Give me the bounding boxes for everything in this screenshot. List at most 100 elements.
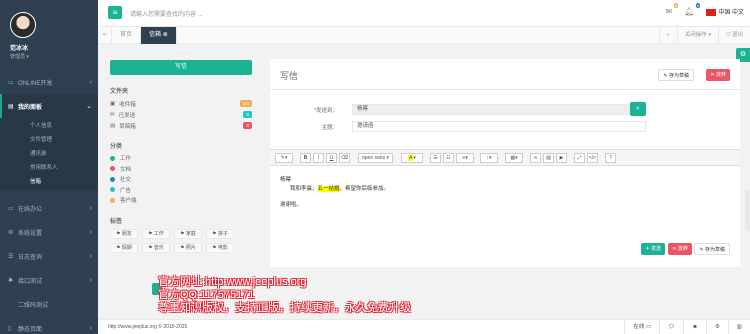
envelope-icon[interactable]: ✉ 0 — [665, 3, 679, 16]
to-label: *发送到： — [313, 108, 338, 114]
chevron-left-icon: ‹ — [89, 252, 92, 260]
sent-count-badge: 0 — [243, 111, 252, 118]
align-dropdown[interactable]: ≡▾ — [456, 153, 474, 163]
category-ads[interactable]: 广告 — [110, 185, 252, 196]
chart-button[interactable]: ▥ — [727, 320, 750, 334]
envelope-icon: ✉ — [110, 111, 115, 118]
font-family-dropdown[interactable]: open sans ▾ — [358, 153, 393, 163]
tab-scroll-left-button[interactable]: « — [98, 26, 112, 44]
image-button[interactable]: ▨ — [543, 153, 554, 163]
font-color-dropdown[interactable]: A▾ — [401, 153, 423, 163]
category-docs[interactable]: 文档 — [110, 164, 252, 175]
menu-qrcode-test[interactable]: 二维码测试 — [0, 292, 98, 316]
drafts-count-badge: 0 — [243, 122, 252, 129]
help-icon: ? — [609, 155, 612, 161]
bold-button[interactable]: B — [300, 153, 311, 163]
tag-item[interactable]: ⚑ 音乐 — [142, 242, 170, 253]
alert-count-badge: 0 — [696, 3, 701, 8]
write-mail-button[interactable]: 写信 — [110, 60, 252, 75]
fullscreen-button[interactable]: ⤢ — [574, 153, 585, 163]
video-button[interactable]: ▶ — [556, 153, 567, 163]
chevron-left-icon: ‹ — [89, 276, 92, 284]
menu-log-query[interactable]: ☰ 日志查询 ‹ — [0, 244, 98, 268]
table-dropdown[interactable]: ▦▾ — [505, 153, 523, 163]
tag-item[interactable]: ⚑ 电影 — [206, 242, 234, 253]
tag-icon: ⚑ — [180, 230, 185, 237]
menu-online-dev[interactable]: ▭ ONLINE开发 ‹ — [0, 70, 98, 94]
avatar[interactable] — [10, 12, 36, 38]
bell-icon[interactable]: 🔔︎ 0 — [684, 3, 701, 16]
tab-scroll-right-button[interactable]: » — [658, 26, 677, 44]
menu-interface-test[interactable]: ✱ 接口测试 ‹ — [0, 268, 98, 292]
tab-home[interactable]: 首页 — [112, 26, 142, 44]
send-button[interactable]: ✈ 发送 — [641, 243, 665, 255]
eraser-button[interactable]: ⌫ — [339, 153, 350, 163]
search-button[interactable]: ⌕ — [630, 102, 646, 116]
tag-item[interactable]: ⚑ 工作 — [142, 228, 170, 239]
category-client[interactable]: 客户端 — [110, 195, 252, 206]
tag-icon: ⚑ — [212, 230, 217, 237]
copyright: http://www.jeeplus.org © 2015-2025 — [108, 324, 188, 330]
online-status-button[interactable]: 在线 ▭ — [624, 320, 659, 334]
chevron-left-icon: ‹ — [89, 324, 92, 332]
submenu-mailbox[interactable]: 信箱 — [0, 175, 98, 189]
tag-item[interactable]: ⚑ 假期 — [110, 242, 138, 253]
search-input[interactable]: 请输入您需要查找的内容 ... — [130, 9, 280, 18]
submenu-frequent[interactable]: 常用联系人 — [0, 161, 98, 175]
save-draft-button[interactable]: ✎ 存为草稿 — [658, 69, 694, 81]
menu-toggle-button[interactable]: ≡ — [108, 6, 122, 19]
to-field[interactable]: 杨幂 — [352, 104, 630, 115]
bullet-list-button[interactable]: ☰ — [430, 153, 441, 163]
category-work[interactable]: 工作 — [110, 153, 252, 164]
category-social[interactable]: 社交 — [110, 174, 252, 185]
inbox-count-badge: 0/0 — [239, 100, 252, 107]
discard-button[interactable]: ✕ 放弃 — [706, 69, 730, 81]
tag-item[interactable]: ⚑ 孩子 — [206, 228, 234, 239]
code-view-button[interactable]: </> — [587, 153, 598, 163]
editor-toolbar: ✎▾ B I U ⌫ open sans ▾ A▾ ☰ ☷ ≡▾ ↕▾ ▦▾ ∞… — [270, 149, 740, 166]
image-icon: ▨ — [546, 155, 551, 161]
close-ops-dropdown[interactable]: 关闭操作 ▾ — [676, 26, 718, 44]
tag-item[interactable]: ⚑ 家庭 — [174, 228, 202, 239]
tag-icon: ⚑ — [180, 244, 185, 251]
chat-button[interactable]: 💬︎ — [659, 320, 683, 334]
menu-sys-settings[interactable]: ⚙ 系统设置 ‹ — [0, 220, 98, 244]
chevron-left-icon: ‹ — [89, 78, 92, 86]
subject-label: 主题： — [321, 125, 338, 131]
style-dropdown[interactable]: ✎▾ — [275, 153, 293, 163]
logout-button[interactable]: ⎋ 退出 — [718, 26, 750, 44]
profile-role[interactable]: 管理员 ▾ — [10, 53, 98, 60]
users-button[interactable]: ☻ — [683, 320, 706, 334]
profile: 范冰冰 管理员 ▾ — [0, 0, 98, 70]
chart-icon: ▥ — [736, 324, 742, 330]
language-selector[interactable]: 中国 中文 — [706, 7, 744, 16]
submenu-profile[interactable]: 个人信息 — [0, 119, 98, 133]
tag-item[interactable]: ⚑ 照片 — [174, 242, 202, 253]
subject-field[interactable]: 邀请函 — [352, 121, 646, 132]
close-icon[interactable]: ⊗ — [163, 32, 168, 38]
submenu-contacts[interactable]: 通讯录 — [0, 147, 98, 161]
discard-bottom-button[interactable]: ✕ 放弃 — [668, 243, 692, 255]
underline-button[interactable]: U — [326, 153, 337, 163]
closing: 谢谢啦。 — [280, 202, 303, 208]
folder-inbox[interactable]: ▣ 收件箱 0/0 — [110, 98, 252, 109]
tab-mailbox[interactable]: 信箱 ⊗ — [141, 26, 177, 44]
scrollbar[interactable] — [745, 190, 750, 230]
save-draft-bottom-button[interactable]: ✎ 存为草稿 — [694, 243, 730, 255]
help-button[interactable]: ? — [605, 153, 616, 163]
numbered-list-button[interactable]: ☷ — [443, 153, 454, 163]
folder-drafts[interactable]: ▤ 草稿箱 0 — [110, 120, 252, 131]
editor-body[interactable]: 杨幂 我和李晨，五一结婚，希望你后临参加。 谢谢啦。 — [280, 176, 389, 210]
menu-static-pages[interactable]: ▯ 静态页面 ‹ — [0, 316, 98, 334]
menu-my-panel[interactable]: ▤ 我的面板 ⌄ — [0, 94, 98, 118]
mail-count-badge: 0 — [673, 3, 679, 8]
settings-button[interactable]: ⚙ — [705, 320, 728, 334]
link-button[interactable]: ∞ — [530, 153, 541, 163]
menu-online-office[interactable]: ▭ 在线办公 ‹ — [0, 196, 98, 220]
submenu-files[interactable]: 文件管理 — [0, 133, 98, 147]
desktop-icon: ▭ — [8, 205, 14, 212]
italic-button[interactable]: I — [313, 153, 324, 163]
folder-sent[interactable]: ✉ 已发送 0 — [110, 109, 252, 120]
line-height-dropdown[interactable]: ↕▾ — [480, 153, 498, 163]
tag-item[interactable]: ⚑ 朋友 — [110, 228, 138, 239]
